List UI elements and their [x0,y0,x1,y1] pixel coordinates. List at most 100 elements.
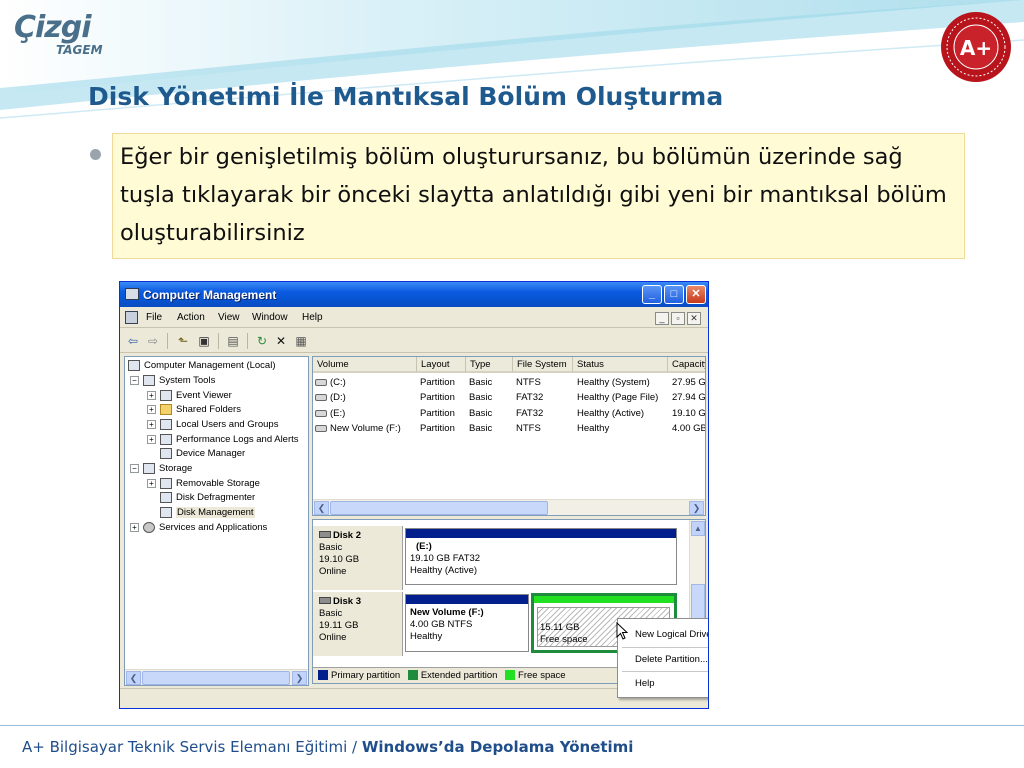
show-hide-tree-icon[interactable]: ▣ [195,333,213,349]
menu-file[interactable]: File [146,312,162,323]
expand-icon[interactable]: + [130,522,139,532]
up-folder-icon[interactable]: ⬑ [174,333,192,349]
scroll-thumb[interactable] [330,501,548,515]
menu-help[interactable]: Help [302,312,323,323]
column-header-file-system[interactable]: File System [513,357,573,373]
tree-item-disk-defragmenter[interactable]: Disk Defragmenter [160,491,255,505]
expand-icon[interactable]: + [147,434,156,444]
disk-2-info[interactable]: Disk 2 Basic 19.10 GB Online [313,526,403,590]
services-icon [143,521,155,533]
bullet-text: Eğer bir genişletilmiş bölüm oluşturursa… [112,133,965,259]
menu-separator [622,671,708,672]
expand-icon[interactable]: + [147,404,156,414]
tree-item-services-apps[interactable]: + Services and Applications [130,521,267,535]
table-row[interactable]: (D:) [315,391,415,405]
disk-3-info[interactable]: Disk 3 Basic 19.11 GB Online [313,592,403,656]
tree-item-removable-storage[interactable]: + Removable Storage [147,477,260,491]
computer-management-icon [125,288,139,300]
menu-view[interactable]: View [218,312,240,323]
window-title: Computer Management [143,288,277,302]
menu-bar: File Action View Window Help _ ▫ ✕ [120,308,708,328]
scroll-left-icon[interactable]: ❮ [126,671,141,685]
refresh-icon[interactable]: ↻ [253,333,271,349]
scroll-right-icon[interactable]: ❯ [689,501,704,515]
back-arrow-icon[interactable]: ⇦ [124,333,142,349]
properties-icon[interactable]: ▤ [224,333,242,349]
table-row[interactable]: New Volume (F:) [315,422,417,436]
maximize-button[interactable]: □ [664,285,684,304]
expand-icon[interactable]: + [147,419,156,429]
device-manager-icon [160,447,172,459]
expand-icon[interactable]: + [147,478,156,488]
menu-item-new-logical-drive[interactable]: New Logical Drive... [635,629,708,640]
performance-icon [160,433,172,445]
expand-icon[interactable]: + [147,390,156,400]
tree-item-storage[interactable]: − Storage [130,462,192,476]
partition-e[interactable]: (E:) 19.10 GB FAT32 Healthy (Active) [405,528,677,585]
tree-item-disk-management[interactable]: Disk Management [160,506,255,520]
tree-item-shared-folders[interactable]: + Shared Folders [147,403,241,417]
mouse-cursor-icon [616,622,628,640]
menu-item-delete-partition[interactable]: Delete Partition... [635,654,708,665]
tree-item-local-users[interactable]: + Local Users and Groups [147,418,278,432]
mmc-console-icon [125,311,138,324]
title-bar: Computer Management _ □ ✕ [120,282,708,307]
column-header-capacity[interactable]: Capacity [668,357,705,373]
table-cell: Healthy (Page File) [577,392,659,403]
menu-action[interactable]: Action [177,312,205,323]
tree-item-event-viewer[interactable]: + Event Viewer [147,389,232,403]
console-tree: Computer Management (Local) − System Tool… [124,356,309,686]
table-row[interactable]: (E:) [315,407,415,421]
delete-icon[interactable]: ✕ [272,333,290,349]
drive-icon [315,393,327,401]
table-cell: Partition [420,392,455,403]
tree-item-device-manager[interactable]: Device Manager [160,447,245,461]
toolbar-separator [218,333,219,349]
toolbar-separator [247,333,248,349]
tree-item-system-tools[interactable]: − System Tools [130,374,215,388]
shared-folder-icon [160,403,172,415]
tree-item-perf-logs[interactable]: + Performance Logs and Alerts [147,433,299,447]
mdi-minimize-button[interactable]: _ [655,312,669,325]
scroll-left-icon[interactable]: ❮ [314,501,329,515]
table-cell: Partition [420,408,455,419]
column-header-layout[interactable]: Layout [417,357,466,373]
table-row[interactable]: (C:) [315,376,415,390]
storage-icon [143,462,155,474]
legend-swatch-free [505,670,516,681]
help-topics-icon[interactable]: ▦ [292,333,310,349]
collapse-icon[interactable]: − [130,463,139,473]
scroll-thumb[interactable] [142,671,290,685]
table-cell: NTFS [516,377,541,388]
table-cell: 27.94 G [672,392,706,403]
column-header-volume[interactable]: Volume [313,357,417,373]
tree-horizontal-scrollbar[interactable]: ❮ ❯ [125,669,308,685]
table-cell: 27.95 G [672,377,706,388]
list-horizontal-scrollbar[interactable]: ❮ ❯ [313,499,705,515]
menu-item-help[interactable]: Help [635,678,655,689]
mdi-restore-button[interactable]: ▫ [671,312,685,325]
system-tools-icon [143,374,155,386]
table-cell: 19.10 G [672,408,706,419]
table-cell: Basic [469,392,493,403]
column-header-status[interactable]: Status [573,357,668,373]
a-plus-seal: A+ [941,12,1011,82]
partition-f[interactable]: New Volume (F:) 4.00 GB NTFS Healthy [405,594,529,652]
table-cell: FAT32 [516,392,544,403]
menu-window[interactable]: Window [252,312,288,323]
scroll-up-icon[interactable]: ▲ [691,521,705,536]
close-button[interactable]: ✕ [686,285,706,304]
table-cell: Healthy (Active) [577,408,645,419]
drive-icon [315,378,327,386]
scroll-right-icon[interactable]: ❯ [292,671,307,685]
column-header-type[interactable]: Type [466,357,513,373]
bullet-dot [90,149,101,160]
collapse-icon[interactable]: − [130,375,139,385]
footer: A+ Bilgisayar Teknik Servis Elemanı Eğit… [22,738,634,756]
forward-arrow-icon[interactable]: ⇨ [144,333,162,349]
defragmenter-icon [160,491,172,503]
table-cell: 4.00 GB [672,423,706,434]
minimize-button[interactable]: _ [642,285,662,304]
mdi-close-button[interactable]: ✕ [687,312,701,325]
tree-item-root[interactable]: Computer Management (Local) [128,359,275,373]
